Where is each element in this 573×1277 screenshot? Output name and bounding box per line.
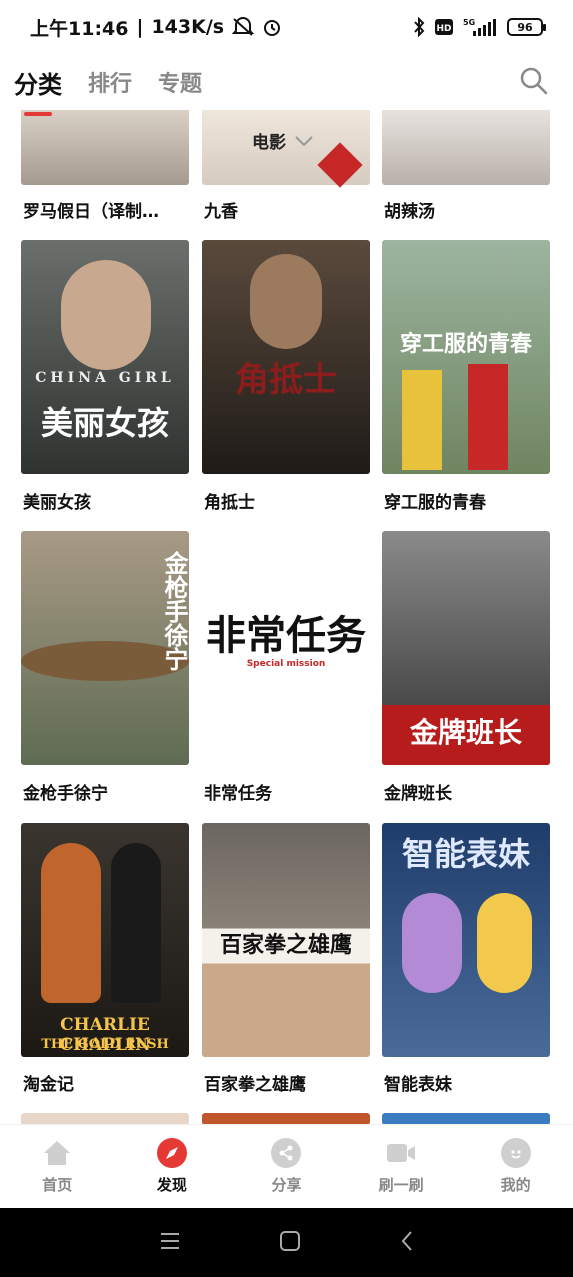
poster-hundred-fists[interactable]: 百家拳之雄鹰 bbox=[202, 823, 370, 1057]
poster-smart-cousin[interactable]: 智能表妹 bbox=[382, 823, 550, 1057]
user-icon bbox=[500, 1138, 531, 1168]
movie-title[interactable]: 罗马假日（译制… bbox=[23, 197, 193, 222]
share-icon bbox=[271, 1138, 302, 1168]
video-icon bbox=[386, 1138, 416, 1168]
bottom-nav: 首页 发现 分享 刷一刷 我的 bbox=[0, 1124, 573, 1208]
movie-title[interactable]: 金枪手徐宁 bbox=[23, 779, 193, 804]
status-speed: 143K/s bbox=[151, 16, 225, 38]
movie-grid: 电影 罗马假日（译制… 九香 胡辣汤 CHINA GIRL 美丽女孩 角抵士 穿… bbox=[0, 110, 573, 1124]
battery-indicator: 96 bbox=[507, 18, 546, 36]
active-tab-indicator bbox=[24, 111, 52, 116]
menu-icon[interactable] bbox=[159, 1231, 181, 1255]
poster-subtitle: CHINA GIRL bbox=[35, 370, 175, 386]
nav-share[interactable]: 分享 bbox=[229, 1125, 344, 1208]
poster-figure bbox=[41, 843, 101, 1003]
partial-row: 电影 罗马假日（译制… 九香 胡辣汤 bbox=[0, 110, 573, 240]
poster-title: 百家拳之雄鹰 bbox=[219, 932, 352, 958]
top-tab-bar: 分类 排行 专题 bbox=[0, 54, 573, 116]
poster-figure bbox=[61, 260, 151, 370]
chevron-down-icon bbox=[295, 135, 313, 146]
status-time: 上午11:46 bbox=[30, 17, 129, 40]
poster-figure bbox=[477, 893, 532, 993]
nav-profile-label: 我的 bbox=[500, 1176, 531, 1194]
search-icon[interactable] bbox=[519, 66, 549, 96]
status-separator: | bbox=[136, 16, 144, 38]
home-square-icon[interactable] bbox=[279, 1230, 301, 1256]
bluetooth-icon bbox=[413, 17, 425, 37]
nav-shorts-label: 刷一刷 bbox=[378, 1176, 424, 1194]
poster-special-mission[interactable]: 非常任务 Special mission bbox=[202, 531, 370, 765]
nav-profile[interactable]: 我的 bbox=[458, 1125, 573, 1208]
status-bar: 上午11:46 | 143K/s HD 5G 96 bbox=[0, 0, 573, 54]
back-icon[interactable] bbox=[400, 1230, 414, 1256]
movie-title[interactable]: 穿工服的青春 bbox=[384, 488, 554, 513]
poster-gold-gunner[interactable]: 金枪手徐宁 bbox=[21, 531, 189, 765]
movie-title[interactable]: 美丽女孩 bbox=[23, 488, 193, 513]
poster-title: 美丽女孩 bbox=[40, 404, 169, 442]
poster-figure bbox=[250, 254, 322, 349]
movie-title[interactable]: 胡辣汤 bbox=[384, 197, 554, 222]
hd-icon: HD bbox=[435, 19, 453, 35]
poster-figure bbox=[111, 843, 161, 1003]
poster-jiaodishi[interactable]: 角抵士 bbox=[202, 240, 370, 474]
tab-category-label: 分类 bbox=[14, 70, 62, 99]
movie-title[interactable]: 非常任务 bbox=[204, 779, 374, 804]
poster-hulatang[interactable] bbox=[382, 110, 550, 185]
poster-subtitle: THE GOLD RUSH bbox=[41, 1037, 169, 1052]
poster-gold-rush[interactable]: CHARLIE CHAPLIN THE GOLD RUSH bbox=[21, 823, 189, 1057]
system-nav-bar bbox=[0, 1208, 573, 1277]
compass-icon bbox=[156, 1138, 187, 1168]
poster-title: 非常任务 bbox=[206, 612, 366, 659]
poster-figure bbox=[402, 893, 462, 993]
poster-figure bbox=[468, 364, 508, 470]
poster-title: 角抵士 bbox=[235, 360, 337, 400]
alarm-icon bbox=[262, 17, 282, 37]
poster-decoration bbox=[317, 142, 363, 188]
movie-title[interactable]: 九香 bbox=[204, 197, 374, 222]
movie-title[interactable]: 百家拳之雄鹰 bbox=[204, 1070, 374, 1095]
poster-partial[interactable] bbox=[202, 1113, 370, 1124]
mute-icon bbox=[232, 17, 255, 37]
poster-partial[interactable] bbox=[382, 1113, 550, 1124]
nav-shorts[interactable]: 刷一刷 bbox=[344, 1125, 459, 1208]
genre-dropdown[interactable]: 电影 bbox=[252, 128, 314, 153]
poster-roman-holiday[interactable] bbox=[21, 110, 189, 185]
poster-work-uniform-youth[interactable]: 穿工服的青春 bbox=[382, 240, 550, 474]
nav-discover[interactable]: 发现 bbox=[115, 1125, 230, 1208]
svg-text:HD: HD bbox=[436, 24, 451, 34]
genre-dropdown-label: 电影 bbox=[252, 133, 286, 153]
tab-ranking[interactable]: 排行 bbox=[88, 66, 132, 98]
nav-discover-label: 发现 bbox=[156, 1176, 187, 1194]
tab-ranking-label: 排行 bbox=[88, 72, 133, 97]
nav-share-label: 分享 bbox=[271, 1176, 302, 1194]
movie-title[interactable]: 金牌班长 bbox=[384, 779, 554, 804]
poster-subtitle: Special mission bbox=[246, 659, 326, 669]
poster-partial[interactable] bbox=[21, 1113, 189, 1124]
poster-title: 金牌班长 bbox=[409, 716, 522, 749]
tab-topics-label: 专题 bbox=[158, 72, 203, 97]
poster-title: 智能表妹 bbox=[401, 835, 530, 873]
poster-gold-monitor[interactable]: 金牌班长 bbox=[382, 531, 550, 765]
movie-title[interactable]: 淘金记 bbox=[23, 1070, 193, 1095]
nav-home[interactable]: 首页 bbox=[0, 1125, 115, 1208]
poster-title: 金枪手徐宁 bbox=[160, 551, 189, 671]
tab-topics[interactable]: 专题 bbox=[158, 66, 202, 98]
signal-icon: 5G bbox=[463, 17, 497, 37]
nav-home-label: 首页 bbox=[42, 1176, 73, 1194]
poster-beautiful-girl[interactable]: CHINA GIRL 美丽女孩 bbox=[21, 240, 189, 474]
poster-title: 穿工服的青春 bbox=[399, 331, 532, 357]
movie-title[interactable]: 智能表妹 bbox=[384, 1070, 554, 1095]
svg-text:5G: 5G bbox=[463, 18, 475, 27]
poster-figure bbox=[402, 370, 442, 470]
movie-title[interactable]: 角抵士 bbox=[204, 488, 374, 513]
home-icon bbox=[42, 1138, 72, 1168]
tab-category[interactable]: 分类 bbox=[14, 65, 62, 116]
